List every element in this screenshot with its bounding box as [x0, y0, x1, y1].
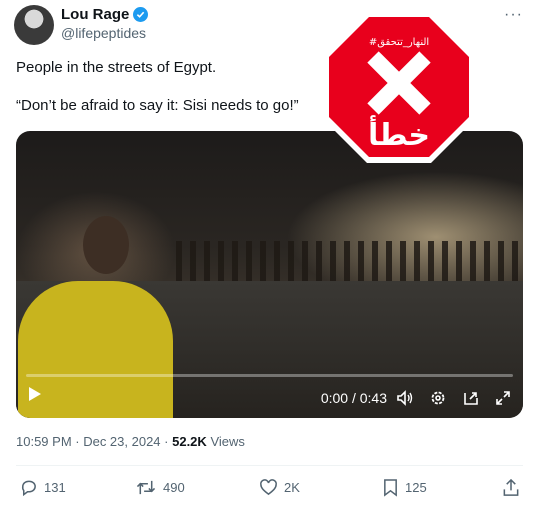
- share-icon: [503, 478, 519, 496]
- repost-button[interactable]: 490: [135, 478, 185, 497]
- tweet-line-2: “Don’t be afraid to say it: Sisi needs t…: [16, 97, 299, 114]
- video-frame-person-head: [83, 216, 129, 274]
- video-frame-crowd: [176, 241, 521, 281]
- video-player[interactable]: 0:00 / 0:43: [16, 131, 523, 418]
- avatar[interactable]: [14, 5, 54, 45]
- heart-icon: [260, 479, 277, 496]
- like-count: 2K: [284, 480, 300, 495]
- reply-button[interactable]: 131: [19, 478, 66, 497]
- tweet-timestamp[interactable]: 10:59 PM · Dec 23, 2024 ·: [16, 434, 168, 449]
- views-label: Views: [210, 434, 245, 449]
- author-handle[interactable]: @lifepeptides: [61, 25, 146, 41]
- settings-gear-icon[interactable]: [428, 388, 448, 408]
- overlay-verdict: خطأ: [368, 115, 430, 153]
- false-claim-stop-sign-overlay: #النهار_تتحقق خطأ: [323, 11, 475, 163]
- fullscreen-icon[interactable]: [493, 388, 513, 408]
- play-icon[interactable]: [28, 386, 42, 407]
- action-bar: 131 490 2K 125: [16, 478, 523, 498]
- repost-count: 490: [163, 480, 185, 495]
- overlay-hashtag: #النهار_تتحقق: [369, 37, 429, 48]
- more-options-icon[interactable]: ···: [504, 6, 523, 24]
- video-time: 0:00 / 0:43: [320, 390, 387, 406]
- divider: [16, 465, 523, 466]
- picture-in-picture-icon[interactable]: [461, 388, 481, 408]
- video-controls: 0:00 / 0:43: [16, 374, 523, 418]
- reply-icon: [21, 480, 36, 497]
- tweet-meta: 10:59 PM · Dec 23, 2024 · 52.2K Views: [16, 434, 245, 449]
- repost-icon: [136, 480, 156, 495]
- author-name-row[interactable]: Lou Rage: [61, 6, 149, 23]
- bookmark-icon: [384, 479, 397, 497]
- tweet-text: People in the streets of Egypt. “Don’t b…: [16, 58, 299, 134]
- bookmark-button[interactable]: 125: [382, 478, 427, 497]
- author-name[interactable]: Lou Rage: [61, 6, 129, 23]
- verified-badge-icon: [133, 7, 149, 22]
- reply-count: 131: [44, 480, 66, 495]
- bookmark-count: 125: [405, 480, 427, 495]
- video-progress-bar[interactable]: [26, 374, 513, 377]
- views-count: 52.2K: [172, 434, 207, 449]
- share-button[interactable]: [502, 478, 520, 497]
- like-button[interactable]: 2K: [259, 478, 300, 497]
- volume-icon[interactable]: [395, 388, 415, 408]
- tweet-line-1: People in the streets of Egypt.: [16, 59, 217, 76]
